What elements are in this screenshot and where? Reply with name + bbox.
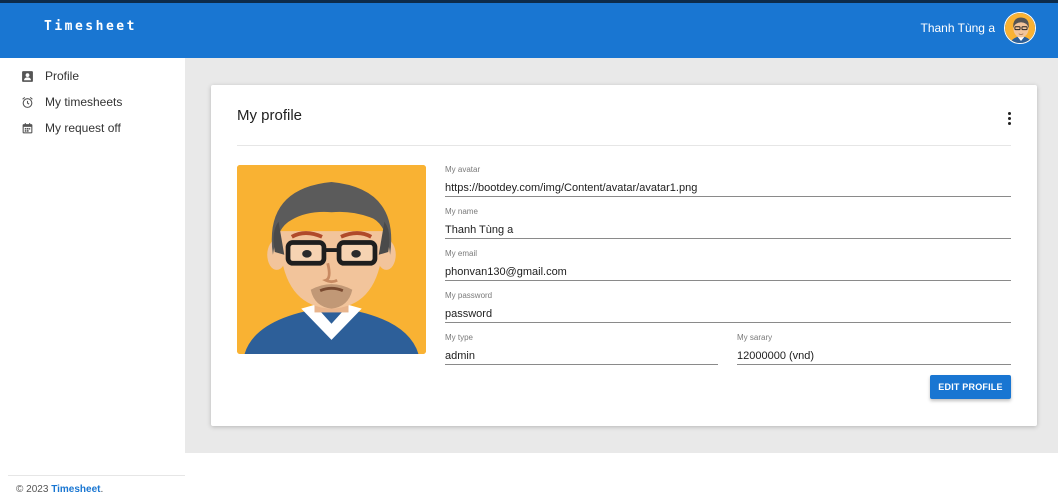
salary-field[interactable]: My sarary 12000000 (vnd) — [737, 333, 1011, 365]
top-app-bar: Timesheet Thanh Tùng a — [0, 0, 1058, 58]
type-field[interactable]: My type admin — [445, 333, 718, 365]
field-value[interactable]: 12000000 (vnd) — [737, 349, 1011, 363]
footer-period: . — [100, 484, 104, 493]
password-field[interactable]: My password password — [445, 291, 1011, 323]
more-vert-icon[interactable] — [1001, 109, 1017, 127]
calendar-icon — [20, 121, 34, 135]
field-label: My name — [445, 207, 478, 216]
field-value[interactable]: phonvan130@gmail.com — [445, 265, 1011, 279]
field-label: My type — [445, 333, 474, 342]
user-name[interactable]: Thanh Tùng a — [920, 21, 995, 35]
profile-icon — [20, 69, 34, 83]
footer-link[interactable]: Timesheet — [51, 484, 100, 493]
sidebar-item-label: My request off — [45, 121, 121, 135]
sidebar-item-request-off[interactable]: My request off — [0, 115, 185, 141]
footer: © 2023 Timesheet. — [16, 484, 103, 493]
profile-card: My profile My avatar https://bootdey.com… — [211, 85, 1037, 426]
field-value[interactable]: password — [445, 307, 1011, 321]
avatar-icon[interactable] — [1004, 12, 1036, 44]
sidebar-item-label: My timesheets — [45, 95, 123, 109]
sidebar-item-label: Profile — [45, 69, 80, 83]
field-value[interactable]: https://bootdey.com/img/Content/avatar/a… — [445, 181, 1011, 195]
field-value[interactable]: admin — [445, 349, 718, 363]
app-brand[interactable]: Timesheet — [44, 19, 137, 34]
sidebar: Profile My timesheets My request off — [0, 58, 185, 458]
alarm-clock-icon — [20, 95, 34, 109]
edit-profile-button[interactable]: EDIT PROFILE — [930, 375, 1011, 399]
avatar-image — [237, 165, 426, 354]
field-label: My sarary — [737, 333, 773, 342]
field-label: My password — [445, 291, 493, 300]
field-label: My email — [445, 249, 478, 258]
copyright-text: © 2023 — [16, 484, 49, 493]
field-value[interactable]: Thanh Tùng a — [445, 223, 1011, 237]
main-content: My profile My avatar https://bootdey.com… — [185, 58, 1058, 453]
page-title: My profile — [237, 107, 303, 124]
divider — [237, 145, 1011, 146]
sidebar-item-timesheets[interactable]: My timesheets — [0, 89, 185, 115]
field-label: My avatar — [445, 165, 481, 174]
name-field[interactable]: My name Thanh Tùng a — [445, 207, 1011, 239]
avatar-url-field[interactable]: My avatar https://bootdey.com/img/Conten… — [445, 165, 1011, 197]
footer-divider — [8, 475, 185, 476]
user-menu[interactable]: Thanh Tùng a — [920, 12, 1036, 44]
sidebar-item-profile[interactable]: Profile — [0, 63, 185, 89]
email-field[interactable]: My email phonvan130@gmail.com — [445, 249, 1011, 281]
